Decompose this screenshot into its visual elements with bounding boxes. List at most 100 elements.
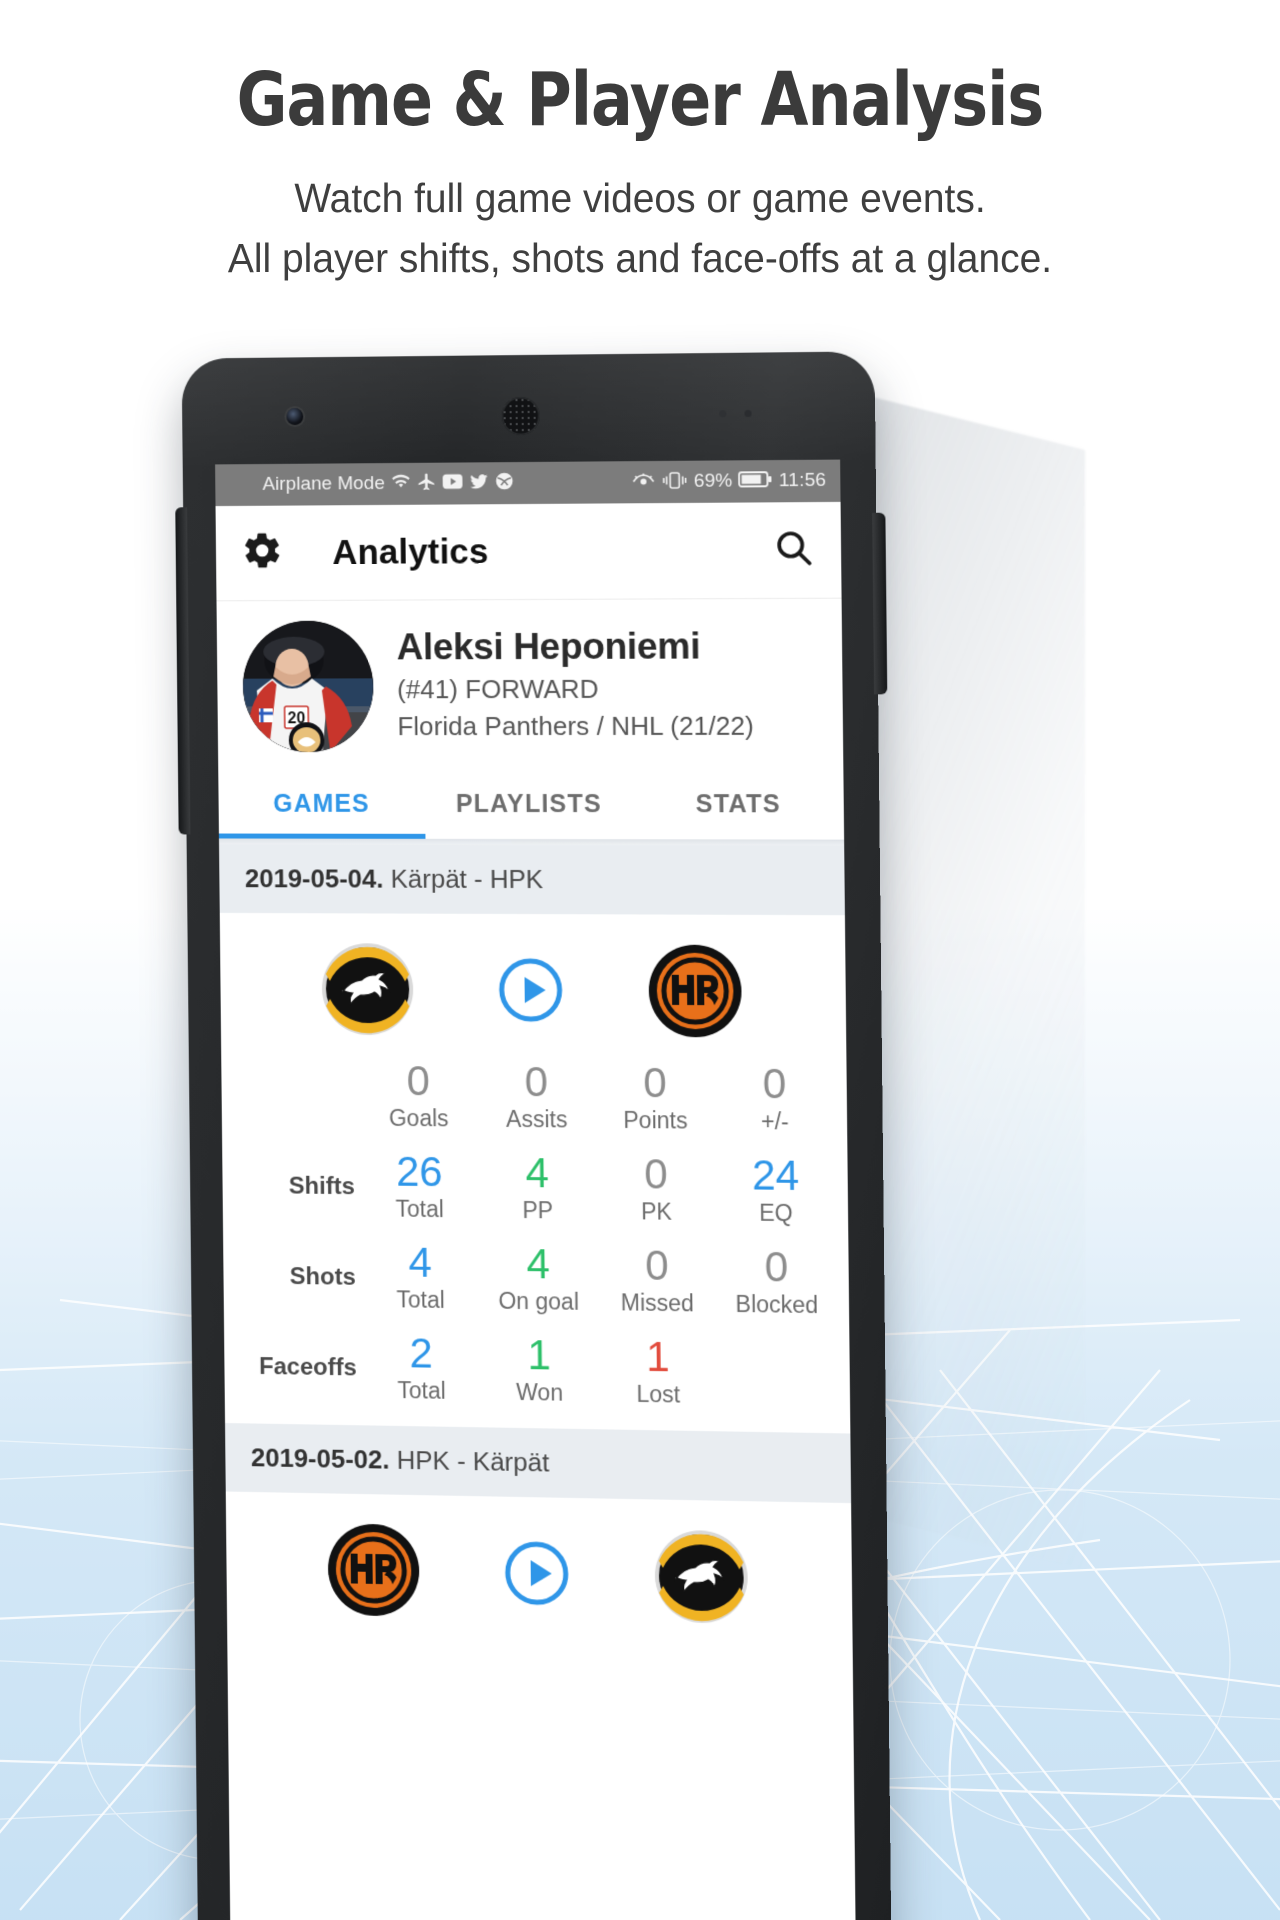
stat-value: 0 — [644, 1150, 669, 1198]
stat-caption: Blocked — [735, 1290, 819, 1319]
stat-value: 0 — [643, 1058, 668, 1107]
stat-caption: PK — [640, 1198, 672, 1225]
stat-value: 0 — [645, 1241, 669, 1290]
stat-row-label: Shifts — [288, 1172, 355, 1200]
stat-row-label: Faceoffs — [259, 1352, 357, 1382]
phone-screen: Airplane Mode 69% 11:56 Analytics 20 Ale… — [215, 459, 856, 1920]
youtube-icon — [441, 472, 463, 494]
stat-cell-faceoffs-lost: 1 Lost — [598, 1326, 718, 1419]
promo-text-block: Game & Player Analysis Watch full game v… — [0, 0, 1280, 289]
karpat-logo[interactable] — [653, 1528, 751, 1626]
stat-value: 26 — [395, 1147, 443, 1196]
stat-caption: Lost — [636, 1380, 681, 1408]
twitter-icon — [468, 472, 489, 495]
clock: 11:56 — [778, 469, 827, 492]
app-bar: Analytics — [215, 501, 842, 602]
stat-value: 0 — [762, 1059, 787, 1108]
stat-caption: On goal — [498, 1287, 580, 1315]
status-bar: Airplane Mode 69% 11:56 — [215, 459, 841, 507]
karpat-logo[interactable] — [319, 941, 415, 1037]
eye-icon — [631, 472, 655, 493]
stat-cell-assists: 0 Assits — [477, 1052, 596, 1144]
game-header-2[interactable]: 2019-05-02. HPK - Kärpät — [225, 1423, 852, 1504]
tab-games[interactable]: GAMES — [218, 766, 425, 839]
stat-row-label: Shots — [289, 1262, 356, 1291]
airplane-icon — [417, 472, 437, 496]
stat-caption: Total — [397, 1377, 446, 1404]
stat-cell-faceoffs-won: 1 Won — [480, 1325, 599, 1418]
promo-subline-1: Watch full game videos or game events. — [294, 174, 986, 221]
stat-caption: Assits — [505, 1105, 568, 1133]
stat-caption: Total — [396, 1286, 445, 1314]
play-circle-icon[interactable] — [495, 955, 566, 1025]
game-date: 2019-05-04. — [244, 863, 384, 894]
stat-cell-shifts-total: 26 Total — [360, 1142, 479, 1234]
stat-value: 0 — [524, 1058, 549, 1106]
game-card: 0 Goals 0 Assits 0 Points 0 +/- Shifts 2… — [219, 912, 851, 1434]
page-heading: Analytics — [332, 531, 489, 572]
power-button[interactable] — [872, 512, 888, 695]
tab-playlists[interactable]: PLAYLISTS — [424, 766, 633, 839]
game-matchup: HPK - Kärpät — [396, 1444, 550, 1478]
stat-caption: Goals — [388, 1104, 449, 1132]
player-number-position: (#41) FORWARD — [396, 673, 599, 705]
stat-cell-goals: 0 Goals — [359, 1051, 478, 1143]
stat-cell-shifts-eq: 24 EQ — [715, 1145, 836, 1238]
hpk-logo[interactable] — [647, 943, 745, 1040]
stat-value: 0 — [406, 1057, 431, 1105]
stat-value: 4 — [525, 1149, 550, 1197]
player-info: Aleksi Heponiemi (#41) FORWARD Florida P… — [396, 619, 754, 742]
tab-stats[interactable]: STATS — [633, 766, 844, 840]
avatar[interactable]: 20 — [242, 620, 374, 753]
stat-value: 4 — [526, 1240, 551, 1288]
gear-icon[interactable] — [241, 529, 283, 576]
stat-row-label-empty — [233, 1095, 359, 1096]
game-logos-row — [220, 931, 846, 1055]
airplane-mode-label: Airplane Mode — [262, 473, 386, 495]
wifi-icon — [390, 472, 412, 496]
stat-caption: Total — [395, 1195, 444, 1223]
stat-cell-shots-total: 4 Total — [361, 1232, 480, 1324]
stat-caption: Missed — [620, 1289, 695, 1317]
stat-cell-shots-blocked: 0 Blocked — [716, 1236, 837, 1329]
stat-row-shots: Shots 4 Total 4 On goal 0 Missed 0 Block… — [223, 1231, 849, 1330]
stat-row-shifts: Shifts 26 Total 4 PP 0 PK 24 EQ — [222, 1140, 848, 1238]
game-logos-row-2 — [226, 1510, 853, 1643]
stat-value: 4 — [408, 1238, 433, 1286]
hpk-logo[interactable] — [325, 1521, 421, 1619]
battery-percent: 69% — [693, 470, 733, 492]
stat-row-faceoffs: Faceoffs 2 Total 1 Won 1 Lost — [224, 1321, 850, 1422]
play-circle-icon[interactable] — [501, 1538, 572, 1609]
front-camera-icon — [286, 408, 304, 426]
search-icon[interactable] — [772, 526, 815, 574]
stat-cell-shifts-pk: 0 PK — [596, 1144, 716, 1237]
vibrate-icon — [662, 470, 688, 493]
stat-cell-shifts-pp: 4 PP — [478, 1143, 597, 1235]
stat-value: 2 — [409, 1329, 434, 1377]
battery-icon — [738, 470, 773, 492]
player-team-league: Florida Panthers / NHL (21/22) — [397, 710, 755, 742]
stat-caption: Won — [516, 1379, 564, 1406]
promo-subline-2: All player shifts, shots and face-offs a… — [227, 235, 1053, 282]
stat-cell-faceoffs-total: 2 Total — [362, 1323, 481, 1416]
proximity-sensor-icon — [719, 410, 727, 418]
stat-cell-shots-ongoal: 4 On goal — [479, 1234, 598, 1327]
stat-cell-empty — [717, 1328, 838, 1421]
game-card-2 — [225, 1491, 853, 1655]
stat-cell-shots-missed: 0 Missed — [597, 1235, 717, 1328]
stat-row: 0 Goals 0 Assits 0 Points 0 +/- — [221, 1050, 847, 1146]
stat-caption: PP — [522, 1197, 554, 1224]
game-header[interactable]: 2019-05-04. Kärpät - HPK — [219, 844, 845, 916]
phone-mockup: Airplane Mode 69% 11:56 Analytics 20 Ale… — [175, 351, 892, 1920]
game-date: 2019-05-02. — [250, 1442, 390, 1475]
page-title: Game & Player Analysis — [236, 57, 1045, 143]
player-name: Aleksi Heponiemi — [396, 625, 701, 668]
stat-value: 0 — [764, 1242, 789, 1291]
stat-cell-plusminus: 0 +/- — [714, 1053, 835, 1146]
stat-caption: EQ — [758, 1199, 793, 1227]
game-matchup: Kärpät - HPK — [390, 863, 544, 895]
earpiece-speaker — [501, 396, 540, 436]
stat-value: 24 — [751, 1151, 800, 1200]
stat-cell-points: 0 Points — [595, 1053, 715, 1145]
